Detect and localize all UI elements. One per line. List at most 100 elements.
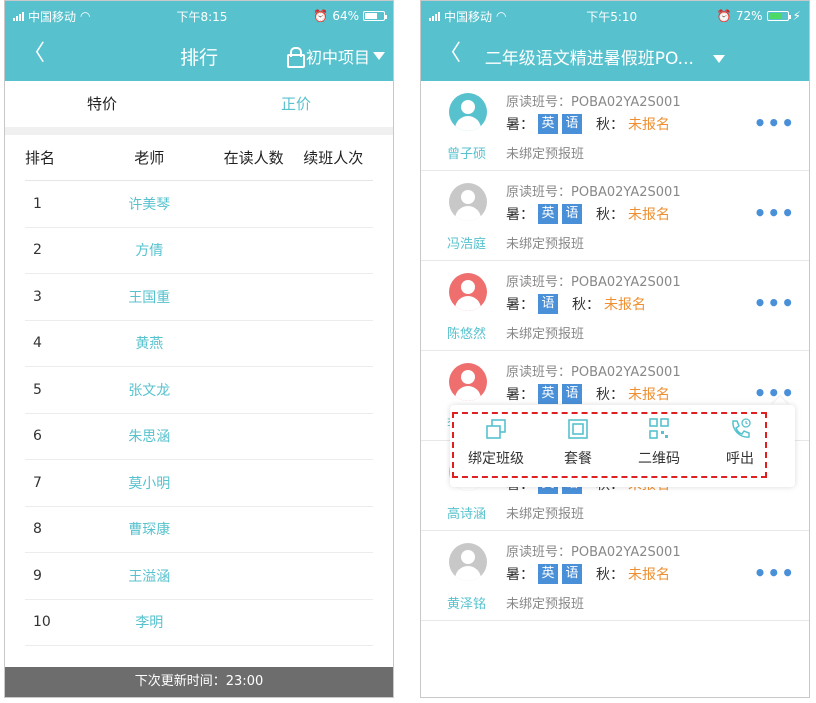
signal-icon xyxy=(13,11,24,21)
header-teacher: 老师 xyxy=(134,149,165,167)
student-list: 原读班号：POBA02YA2S001 暑：英语秋： 未报名 曾子硕 未绑定预报班 ••• 原… xyxy=(421,81,809,621)
bind-status: 未绑定预报班 xyxy=(506,147,585,162)
autumn-label: 秋： xyxy=(572,297,600,313)
more-icon[interactable]: ••• xyxy=(754,291,795,315)
list-item[interactable]: 原读班号：POBA02YA2S001 暑：英语秋： 未报名 曾子硕 未绑定预报班 ••• xyxy=(421,81,809,171)
battery-percent: 64% xyxy=(332,9,359,23)
teacher-name[interactable]: 曹琛康 xyxy=(85,519,214,539)
more-icon[interactable]: ••• xyxy=(754,561,795,585)
table-row[interactable]: 7 莫小明 xyxy=(25,460,373,507)
class-title: 二年级语文精进暑假班PO... xyxy=(484,48,694,69)
teacher-name[interactable]: 莫小明 xyxy=(85,473,214,493)
table-row[interactable]: 4 黄燕 xyxy=(25,321,373,367)
wifi-icon: ◠ xyxy=(80,9,91,23)
wifi-icon: ◠ xyxy=(496,9,507,23)
summer-label: 暑： xyxy=(506,297,534,313)
copy-icon xyxy=(484,418,508,440)
header-renewals: 续班人次 xyxy=(303,149,364,167)
rank-number: 1 xyxy=(33,195,42,212)
more-icon[interactable]: ••• xyxy=(754,201,795,225)
teacher-name[interactable]: 朱思涵 xyxy=(85,426,214,446)
lock-icon xyxy=(286,47,305,68)
table-row[interactable]: 1 许美琴 xyxy=(25,181,373,228)
enrollment-line: 暑：英语秋：未报名 xyxy=(506,384,670,404)
avatar xyxy=(449,93,487,131)
battery-percent: 72% xyxy=(735,9,763,23)
rank-number: 4 xyxy=(33,335,42,352)
tab-regular-price[interactable]: 正价 xyxy=(199,81,393,127)
project-dropdown-label: 初中项目 xyxy=(305,48,370,67)
teacher-name[interactable]: 许美琴 xyxy=(85,194,214,214)
autumn-label: 秋： xyxy=(596,567,624,583)
price-tabs: 特价 正价 xyxy=(5,81,393,127)
teacher-name[interactable]: 黄燕 xyxy=(85,333,214,353)
table-row[interactable]: 6 朱思涵 xyxy=(25,414,373,460)
project-dropdown[interactable]: 初中项目 xyxy=(286,44,385,68)
update-time-bar: 下次更新时间：23:00 xyxy=(5,667,393,697)
package-icon xyxy=(566,418,590,440)
rank-number: 10 xyxy=(33,614,51,631)
alarm-icon: ⏰ xyxy=(313,9,329,23)
enrollment-line: 暑：英语秋：未报名 xyxy=(506,204,670,224)
alarm-icon: ⏰ xyxy=(716,9,732,23)
rank-number: 2 xyxy=(33,242,42,259)
subject-tag: 语 xyxy=(562,114,582,134)
original-class-number: 原读班号：POBA02YA2S001 xyxy=(506,365,681,380)
package-label: 套餐 xyxy=(564,451,592,467)
package-button[interactable]: 套餐 xyxy=(543,418,613,468)
table-row[interactable]: 10 李明 xyxy=(25,600,373,646)
summer-label: 暑： xyxy=(506,387,534,403)
teacher-name[interactable]: 王国重 xyxy=(85,287,214,307)
clock: 下午5:10 xyxy=(586,9,638,24)
status-text: 未报名 xyxy=(628,387,670,403)
tab-special-price[interactable]: 特价 xyxy=(5,81,199,127)
signal-icon xyxy=(429,11,440,21)
subject-tag: 语 xyxy=(538,294,558,314)
bind-status: 未绑定预报班 xyxy=(506,327,585,342)
rank-number: 6 xyxy=(33,428,42,445)
bind-class-label: 绑定班级 xyxy=(468,451,524,467)
qr-code-icon xyxy=(647,418,671,440)
charging-icon: ⚡ xyxy=(792,9,801,23)
original-class-number: 原读班号：POBA02YA2S001 xyxy=(506,95,681,110)
student-list-screen: 中国移动 ◠ 下午5:10 ⏰ 72% ⚡ 〈 二年级语文精进暑假班PO... … xyxy=(420,0,810,698)
call-button[interactable]: 呼出 xyxy=(705,418,775,468)
call-label: 呼出 xyxy=(726,451,754,467)
table-row[interactable]: 9 王溢涵 xyxy=(25,553,373,600)
subject-tag: 英 xyxy=(538,384,558,404)
ranking-table: 1 许美琴 2 方倩 3 王国重 4 黄燕 5 张文龙 6 朱思涵 7 莫小明 8 曹琛康 9 王溢涵 10 李明 xyxy=(5,181,393,646)
original-class-number: 原读班号：POBA02YA2S001 xyxy=(506,185,681,200)
status-text: 未报名 xyxy=(628,567,670,583)
teacher-name[interactable]: 王溢涵 xyxy=(85,566,214,586)
student-name: 高诗涵 xyxy=(447,507,487,522)
table-row[interactable]: 2 方倩 xyxy=(25,228,373,274)
list-item[interactable]: 原读班号：POBA02YA2S001 暑：英语秋： 未报名 黄泽铭 未绑定预报班 ••• xyxy=(421,531,809,621)
list-item[interactable]: 原读班号：POBA02YA2S001 暑：语秋： 未报名 陈悠然 未绑定预报班 ••• xyxy=(421,261,809,351)
avatar xyxy=(449,543,487,581)
list-item[interactable]: 原读班号：POBA02YA2S001 暑：英语秋： 未报名 冯浩庭 未绑定预报班 ••• xyxy=(421,171,809,261)
bind-class-button[interactable]: 绑定班级 xyxy=(461,418,531,468)
caret-down-icon xyxy=(373,52,385,60)
teacher-name[interactable]: 李明 xyxy=(85,612,214,632)
bind-status: 未绑定预报班 xyxy=(506,507,585,522)
more-icon[interactable]: ••• xyxy=(754,111,795,135)
teacher-name[interactable]: 方倩 xyxy=(85,240,214,260)
teacher-name[interactable]: 张文龙 xyxy=(85,380,214,400)
table-row[interactable]: 8 曹琛康 xyxy=(25,507,373,553)
rank-number: 8 xyxy=(33,521,42,538)
autumn-label: 秋： xyxy=(596,207,624,223)
enrollment-line: 暑：英语秋：未报名 xyxy=(506,564,670,584)
avatar xyxy=(449,273,487,311)
rank-number: 7 xyxy=(33,474,42,491)
divider xyxy=(5,127,393,135)
qr-code-label: 二维码 xyxy=(638,451,680,467)
table-row[interactable]: 3 王国重 xyxy=(25,274,373,321)
class-title-dropdown[interactable]: 二年级语文精进暑假班PO... xyxy=(421,44,809,69)
bind-status: 未绑定预报班 xyxy=(506,597,585,612)
phone-call-icon xyxy=(728,418,752,440)
subject-tag: 语 xyxy=(562,564,582,584)
qr-code-button[interactable]: 二维码 xyxy=(624,418,694,468)
student-name: 曾子硕 xyxy=(447,147,487,162)
table-row[interactable]: 5 张文龙 xyxy=(25,367,373,414)
subject-tag: 英 xyxy=(538,114,558,134)
